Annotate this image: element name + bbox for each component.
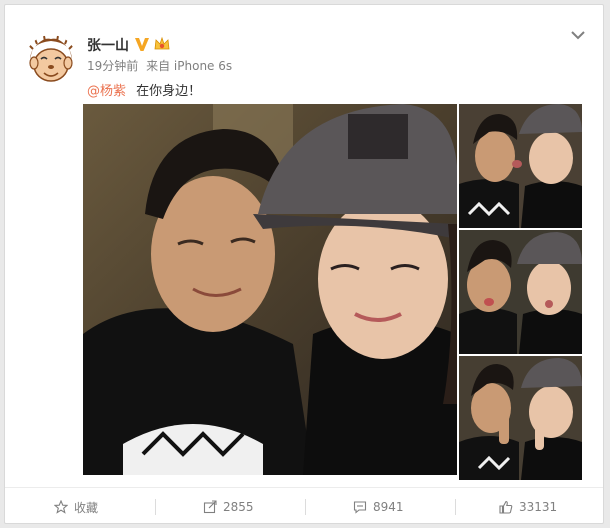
action-separator xyxy=(455,499,456,515)
repost-button[interactable]: 2855 xyxy=(203,495,254,519)
avatar[interactable] xyxy=(25,35,77,87)
action-separator xyxy=(305,499,306,515)
comment-button[interactable]: 8941 xyxy=(353,495,404,519)
post-meta: 19分钟前 来自 iPhone 6s xyxy=(87,57,236,74)
like-button[interactable]: 33131 xyxy=(499,495,557,519)
vip-crown-icon[interactable] xyxy=(153,36,171,52)
collect-label: 收藏 xyxy=(74,500,99,515)
username[interactable]: 张一山 xyxy=(87,35,129,55)
photo-main[interactable] xyxy=(83,104,457,475)
photo-thumb-1[interactable] xyxy=(459,104,582,228)
action-divider xyxy=(5,487,603,488)
repost-icon xyxy=(203,500,217,514)
post-body: 在你身边！ xyxy=(136,84,202,99)
star-icon xyxy=(54,500,68,514)
like-count: 33131 xyxy=(519,500,558,514)
post-text: @杨紫 在你身边！ xyxy=(87,80,201,99)
weibo-post-card: 张一山 19分钟前 来自 iPhone 6s @杨紫 在你身边！ 收藏 2855… xyxy=(4,4,604,524)
mention-link[interactable]: @杨紫 xyxy=(87,84,126,99)
like-icon xyxy=(499,500,513,514)
collect-button[interactable]: 收藏 xyxy=(54,495,98,519)
verified-v-icon[interactable] xyxy=(134,36,150,52)
repost-count: 2855 xyxy=(223,500,254,514)
comment-icon xyxy=(353,501,367,514)
chevron-down-icon[interactable] xyxy=(570,26,586,40)
comment-count: 8941 xyxy=(373,500,404,514)
photo-thumb-3[interactable] xyxy=(459,356,582,480)
action-separator xyxy=(155,499,156,515)
post-time[interactable]: 19分钟前 xyxy=(87,59,138,73)
post-source[interactable]: 来自 iPhone 6s xyxy=(146,59,232,73)
photo-thumb-2[interactable] xyxy=(459,230,582,354)
